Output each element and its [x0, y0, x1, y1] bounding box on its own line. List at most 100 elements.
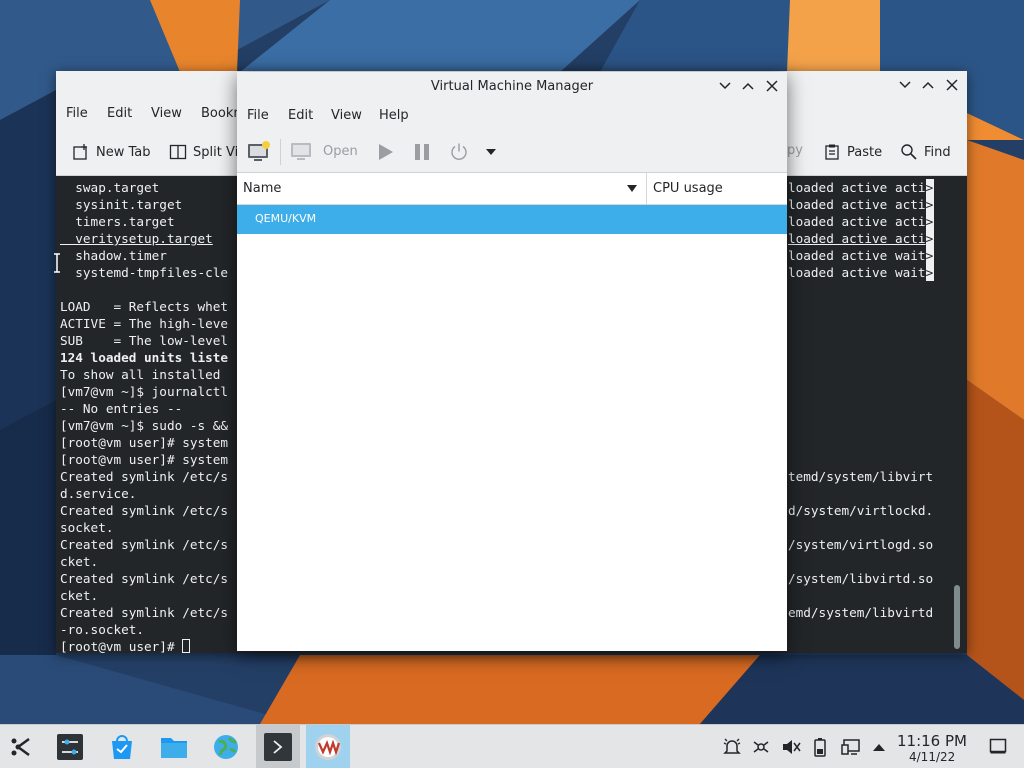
column-cpu-header[interactable]: CPU usage: [653, 181, 723, 196]
find-button[interactable]: Find: [900, 143, 951, 161]
display-icon[interactable]: [841, 737, 861, 757]
column-separator: [646, 173, 647, 205]
terminal-line-text: [vm7@vm ~]$ journalctl: [60, 384, 229, 399]
menu-file[interactable]: File: [247, 108, 269, 123]
terminal-line-right: /system/virtlogd.so: [788, 536, 933, 553]
power-icon[interactable]: [449, 142, 469, 162]
menu-view[interactable]: View: [331, 108, 362, 123]
terminal-line: -ro.socket.: [60, 621, 144, 638]
terminal-line: 124 loaded units liste: [60, 349, 228, 366]
minimize-icon[interactable]: [897, 77, 913, 93]
copy-label: py: [787, 143, 803, 158]
new-tab-button[interactable]: New Tab: [72, 143, 151, 161]
terminal-line-text: ACTIVE = The high-leve: [60, 316, 229, 331]
battery-icon[interactable]: [812, 737, 828, 757]
terminal-line: [root@vm user]# system: [60, 434, 228, 451]
taskbar-web-browser[interactable]: [204, 725, 248, 768]
terminal-line-text: Created symlink /etc/s: [60, 571, 229, 586]
taskbar-system-settings[interactable]: [48, 725, 92, 768]
vm-list-empty-area[interactable]: [237, 234, 787, 651]
maximize-icon[interactable]: [920, 77, 936, 93]
menu-help[interactable]: Help: [379, 108, 409, 123]
taskbar-file-manager[interactable]: [152, 725, 196, 768]
vmm-titlebar[interactable]: Virtual Machine Manager: [237, 72, 787, 101]
taskbar: 11:16 PM 4/11/22: [0, 724, 1024, 768]
chevron-down-icon[interactable]: [485, 148, 497, 156]
terminal-line: LOAD = Reflects whet: [60, 298, 228, 315]
notifications-icon[interactable]: [722, 737, 742, 757]
chevron-up-icon[interactable]: [872, 742, 886, 752]
pause-icon[interactable]: [413, 143, 431, 161]
terminal-line-text: shadow.timer: [60, 248, 167, 263]
paste-icon: [825, 144, 839, 160]
open-button-label[interactable]: Open: [323, 144, 358, 159]
minimize-icon[interactable]: [717, 78, 733, 94]
terminal-line: swap.target: [60, 179, 159, 196]
paste-button[interactable]: Paste: [823, 143, 882, 161]
terminal-line: timers.target: [60, 213, 174, 230]
terminal-line: Created symlink /etc/s: [60, 536, 228, 553]
ibeam-cursor-icon: [54, 253, 60, 273]
terminal-scrollbar[interactable]: [954, 585, 960, 649]
virt-manager-icon: [315, 734, 341, 760]
taskbar-discover[interactable]: [100, 725, 144, 768]
terminal-line: cket.: [60, 553, 98, 570]
connection-row-qemu-kvm[interactable]: QEMU/KVM: [237, 205, 787, 234]
terminal-line-text: loaded active acti: [788, 214, 926, 229]
terminal-line-text: [root@vm user]#: [60, 639, 183, 653]
terminal-line-text: -- No entries --: [60, 401, 183, 416]
terminal-line-text: -ro.socket.: [60, 622, 145, 637]
terminal-line-right: d/system/virtlockd.: [788, 502, 933, 519]
settings-icon: [57, 734, 83, 760]
clock-date[interactable]: 4/11/22: [909, 750, 955, 764]
terminal-line-text: systemd-tmpfiles-cle: [60, 265, 229, 280]
maximize-icon[interactable]: [740, 78, 756, 94]
menu-edit[interactable]: Edit: [107, 106, 132, 121]
terminal-line-text: loaded active acti: [788, 197, 926, 212]
terminal-line: Created symlink /etc/s: [60, 502, 228, 519]
network-icon[interactable]: [751, 737, 771, 757]
terminal-line-text: /system/libvirtd.so: [788, 571, 934, 586]
terminal-line-right: loaded active wait>: [788, 247, 934, 264]
terminal-line-right: loaded active acti>: [788, 179, 934, 196]
new-vm-icon[interactable]: [247, 140, 271, 164]
terminal-line-right: loaded active acti>: [788, 213, 934, 230]
new-tab-icon: [73, 144, 87, 160]
close-icon[interactable]: [764, 78, 780, 94]
taskbar-virt-manager[interactable]: [306, 725, 350, 768]
column-name-header[interactable]: Name: [243, 181, 281, 196]
connection-name: QEMU/KVM: [255, 212, 317, 225]
terminal-line: ACTIVE = The high-leve: [60, 315, 228, 332]
terminal-line: sysinit.target: [60, 196, 182, 213]
taskbar-konsole[interactable]: [256, 725, 300, 768]
sort-down-icon[interactable]: [627, 185, 637, 193]
terminal-line-text: loaded active wait: [788, 248, 926, 263]
copy-button[interactable]: py: [787, 143, 803, 158]
terminal-line-text: SUB = The low-level: [60, 333, 229, 348]
terminal-line-text: loaded active acti: [788, 180, 926, 195]
run-icon[interactable]: [376, 143, 394, 161]
show-desktop-icon[interactable]: [989, 737, 1007, 755]
terminal-line-text: loaded active acti: [788, 231, 926, 246]
terminal-line: Created symlink /etc/s: [60, 570, 228, 587]
application-launcher[interactable]: [0, 725, 44, 768]
terminal-line-right: loaded active wait>: [788, 264, 934, 281]
volume-muted-icon[interactable]: [781, 737, 801, 757]
vm-list-header: Name CPU usage: [237, 173, 787, 205]
close-icon[interactable]: [944, 77, 960, 93]
terminal-line-text: Created symlink /etc/s: [60, 537, 229, 552]
open-console-icon[interactable]: [290, 141, 314, 163]
terminal-line-text: [vm7@vm ~]$ sudo -s &&: [60, 418, 229, 433]
terminal-line-text: 124 loaded units liste: [60, 350, 229, 365]
window-title: Virtual Machine Manager: [430, 79, 594, 94]
clock-time[interactable]: 11:16 PM: [897, 732, 967, 750]
menu-view[interactable]: View: [151, 106, 182, 121]
terminal-line: To show all installed: [60, 366, 228, 383]
menu-edit[interactable]: Edit: [288, 108, 313, 123]
toolbar-separator: [280, 139, 281, 165]
menu-file[interactable]: File: [66, 106, 88, 121]
split-view-button[interactable]: Split Vie: [169, 143, 246, 161]
terminal-line-text: emd/system/libvirtd: [788, 605, 934, 620]
terminal-line: shadow.timer: [60, 247, 167, 264]
terminal-line-text: [root@vm user]# system: [60, 435, 229, 450]
